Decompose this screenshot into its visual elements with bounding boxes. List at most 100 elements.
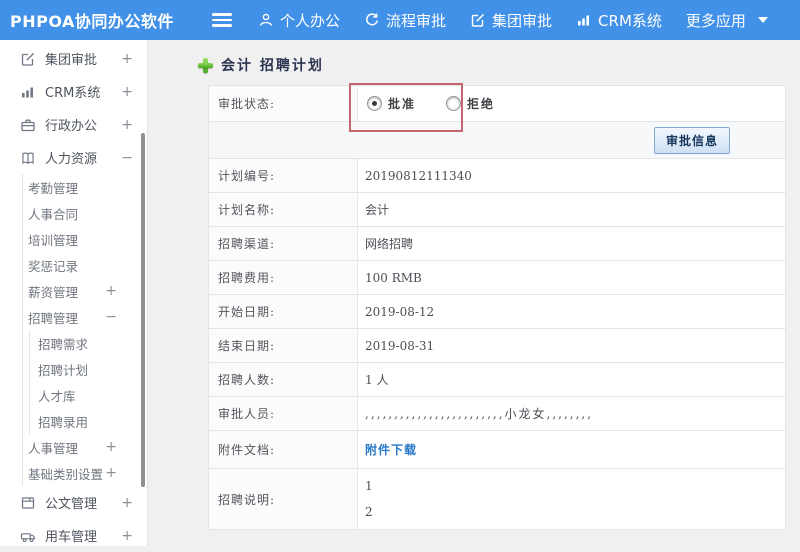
expand-plus-icon[interactable]: + [105, 283, 117, 299]
form-row-recruit-channel: 招聘渠道: 网络招聘 [209, 227, 785, 261]
nav-group-approval[interactable]: 集团审批 [470, 10, 552, 31]
nav-process-approval[interactable]: 流程审批 [364, 10, 446, 31]
sidebar-item-base-category[interactable]: 基础类别设置 + [23, 460, 147, 486]
field-label: 计划名称: [209, 193, 358, 226]
field-label: 招聘说明: [209, 469, 358, 529]
form-row-approvers: 审批人员: ,,,,,,,,,,,,,,,,,,,,,,,,小龙女,,,,,,,… [209, 397, 785, 431]
sidebar-item-label: 招聘录用 [38, 414, 89, 430]
hamburger-menu-icon[interactable] [212, 10, 232, 30]
sidebar-item-label: 培训管理 [28, 232, 79, 248]
expand-plus-icon[interactable]: + [121, 117, 133, 133]
page-title: 会计 招聘计划 [198, 54, 800, 76]
caret-down-icon [757, 17, 768, 23]
expand-plus-icon[interactable]: + [121, 528, 133, 544]
field-value: 网络招聘 [365, 237, 414, 251]
page-title-text: 会计 招聘计划 [221, 58, 324, 74]
nav-label: CRM系统 [598, 11, 662, 30]
radio-reject[interactable] [446, 96, 462, 111]
form-row-recruit-cost: 招聘费用: 100 RMB [209, 261, 785, 295]
sidebar-item-attendance[interactable]: 考勤管理 [23, 174, 147, 200]
sidebar-item-reward-punish[interactable]: 奖惩记录 [23, 252, 147, 278]
edit-icon [20, 51, 36, 67]
sidebar-scrollbar[interactable] [141, 133, 145, 487]
sidebar: 集团审批 + CRM系统 + 行政办公 + 人力资源 − 考勤管理 人事合同 培… [0, 40, 148, 546]
expand-plus-icon[interactable]: + [121, 495, 133, 511]
process-icon [364, 12, 380, 28]
field-value: ,,,,,,,,,,,,,,,,,,,,,,,,小龙女,,,,,,,, [365, 407, 594, 421]
field-label: 审批人员: [209, 397, 358, 430]
expand-plus-icon[interactable]: + [121, 84, 133, 100]
sidebar-item-recruit-hire[interactable]: 招聘录用 [30, 408, 147, 434]
sidebar-item-group-approval[interactable]: 集团审批 + [0, 42, 147, 75]
form-row-headcount: 招聘人数: 1 人 [209, 363, 785, 397]
description-line: 2 [365, 505, 373, 519]
form-row-attachment: 附件文档: 附件下载 [209, 431, 785, 469]
sidebar-item-label: 招聘管理 [28, 310, 79, 326]
field-value: 1 人 [365, 373, 389, 387]
sidebar-item-salary[interactable]: 薪资管理 + [23, 278, 147, 304]
briefcase-icon [20, 117, 36, 133]
sidebar-item-recruitment[interactable]: 招聘管理 − [23, 304, 147, 330]
sidebar-item-recruit-demand[interactable]: 招聘需求 [30, 330, 147, 356]
form-row-description: 招聘说明: 1 2 [209, 469, 785, 529]
sidebar-item-label: 奖惩记录 [28, 258, 79, 274]
nav-label: 流程审批 [386, 11, 447, 30]
radio-reject-label: 拒绝 [467, 97, 496, 111]
collapse-minus-icon[interactable]: − [121, 150, 133, 166]
collapse-minus-icon[interactable]: − [105, 309, 117, 325]
sidebar-item-label: 集团审批 [45, 53, 98, 68]
attachment-download-link[interactable]: 附件下载 [365, 441, 417, 458]
field-label: 附件文档: [209, 431, 358, 468]
expand-plus-icon[interactable]: + [121, 51, 133, 67]
plus-icon [198, 57, 213, 73]
sidebar-item-admin-office[interactable]: 行政办公 + [0, 108, 147, 141]
field-label: 结束日期: [209, 329, 358, 362]
field-value: 2019-08-12 [365, 304, 435, 319]
radio-approve-label: 批准 [388, 97, 417, 111]
chart-icon [576, 12, 592, 28]
document-icon [20, 495, 36, 511]
form-row-end-date: 结束日期: 2019-08-31 [209, 329, 785, 363]
sidebar-item-label: 薪资管理 [28, 284, 79, 300]
field-value: 100 RMB [365, 270, 422, 285]
nav-personal-office[interactable]: 个人办公 [258, 10, 340, 31]
field-label: 审批状态: [209, 86, 358, 121]
chart-icon [20, 84, 36, 100]
radio-approve[interactable] [367, 96, 382, 111]
field-label: 计划编号: [209, 159, 358, 192]
field-value: 会计 [365, 203, 390, 217]
sidebar-item-official-doc[interactable]: 公文管理 + [0, 486, 147, 519]
field-label: 招聘费用: [209, 261, 358, 294]
nav-more-apps[interactable]: 更多应用 [686, 10, 768, 31]
sidebar-item-label: 考勤管理 [28, 180, 79, 196]
nav-label: 集团审批 [492, 11, 553, 30]
sidebar-item-personnel[interactable]: 人事管理 + [23, 434, 147, 460]
expand-plus-icon[interactable]: + [105, 439, 117, 455]
sidebar-item-label: 用车管理 [45, 530, 98, 545]
form-row-start-date: 开始日期: 2019-08-12 [209, 295, 785, 329]
form-row-plan-number: 计划编号: 20190812111340 [209, 159, 785, 193]
sidebar-item-label: 行政办公 [45, 119, 98, 134]
sidebar-item-human-resources[interactable]: 人力资源 − [0, 141, 147, 174]
sidebar-item-crm[interactable]: CRM系统 + [0, 75, 147, 108]
expand-plus-icon[interactable]: + [105, 465, 117, 481]
sidebar-item-hr-contract[interactable]: 人事合同 [23, 200, 147, 226]
recruitment-submenu: 招聘需求 招聘计划 人才库 招聘录用 [29, 330, 147, 434]
sidebar-item-talent-pool[interactable]: 人才库 [30, 382, 147, 408]
sidebar-item-vehicle[interactable]: 用车管理 + [0, 519, 147, 552]
field-label: 开始日期: [209, 295, 358, 328]
car-icon [20, 528, 36, 544]
top-header: PHPOA协同办公软件 个人办公 流程审批 集团审批 CRM系统 更多应用 [0, 0, 800, 40]
field-value: 20190812111340 [365, 168, 472, 183]
form-row-status: 审批状态: 批准 拒绝 [209, 86, 785, 122]
approval-info-button[interactable]: 审批信息 [653, 126, 730, 154]
sidebar-item-recruit-plan[interactable]: 招聘计划 [30, 356, 147, 382]
main-content: 会计 招聘计划 审批状态: 批准 拒绝 审批信息 计划编号: 201908121… [148, 40, 800, 546]
sidebar-item-label: 人事管理 [28, 440, 79, 456]
description-line: 1 [365, 479, 373, 493]
description-lines: 1 2 [365, 479, 373, 519]
sidebar-item-label: 基础类别设置 [28, 466, 104, 482]
sidebar-item-training[interactable]: 培训管理 [23, 226, 147, 252]
sidebar-item-label: 人才库 [38, 388, 76, 404]
nav-crm-system[interactable]: CRM系统 [576, 10, 662, 31]
